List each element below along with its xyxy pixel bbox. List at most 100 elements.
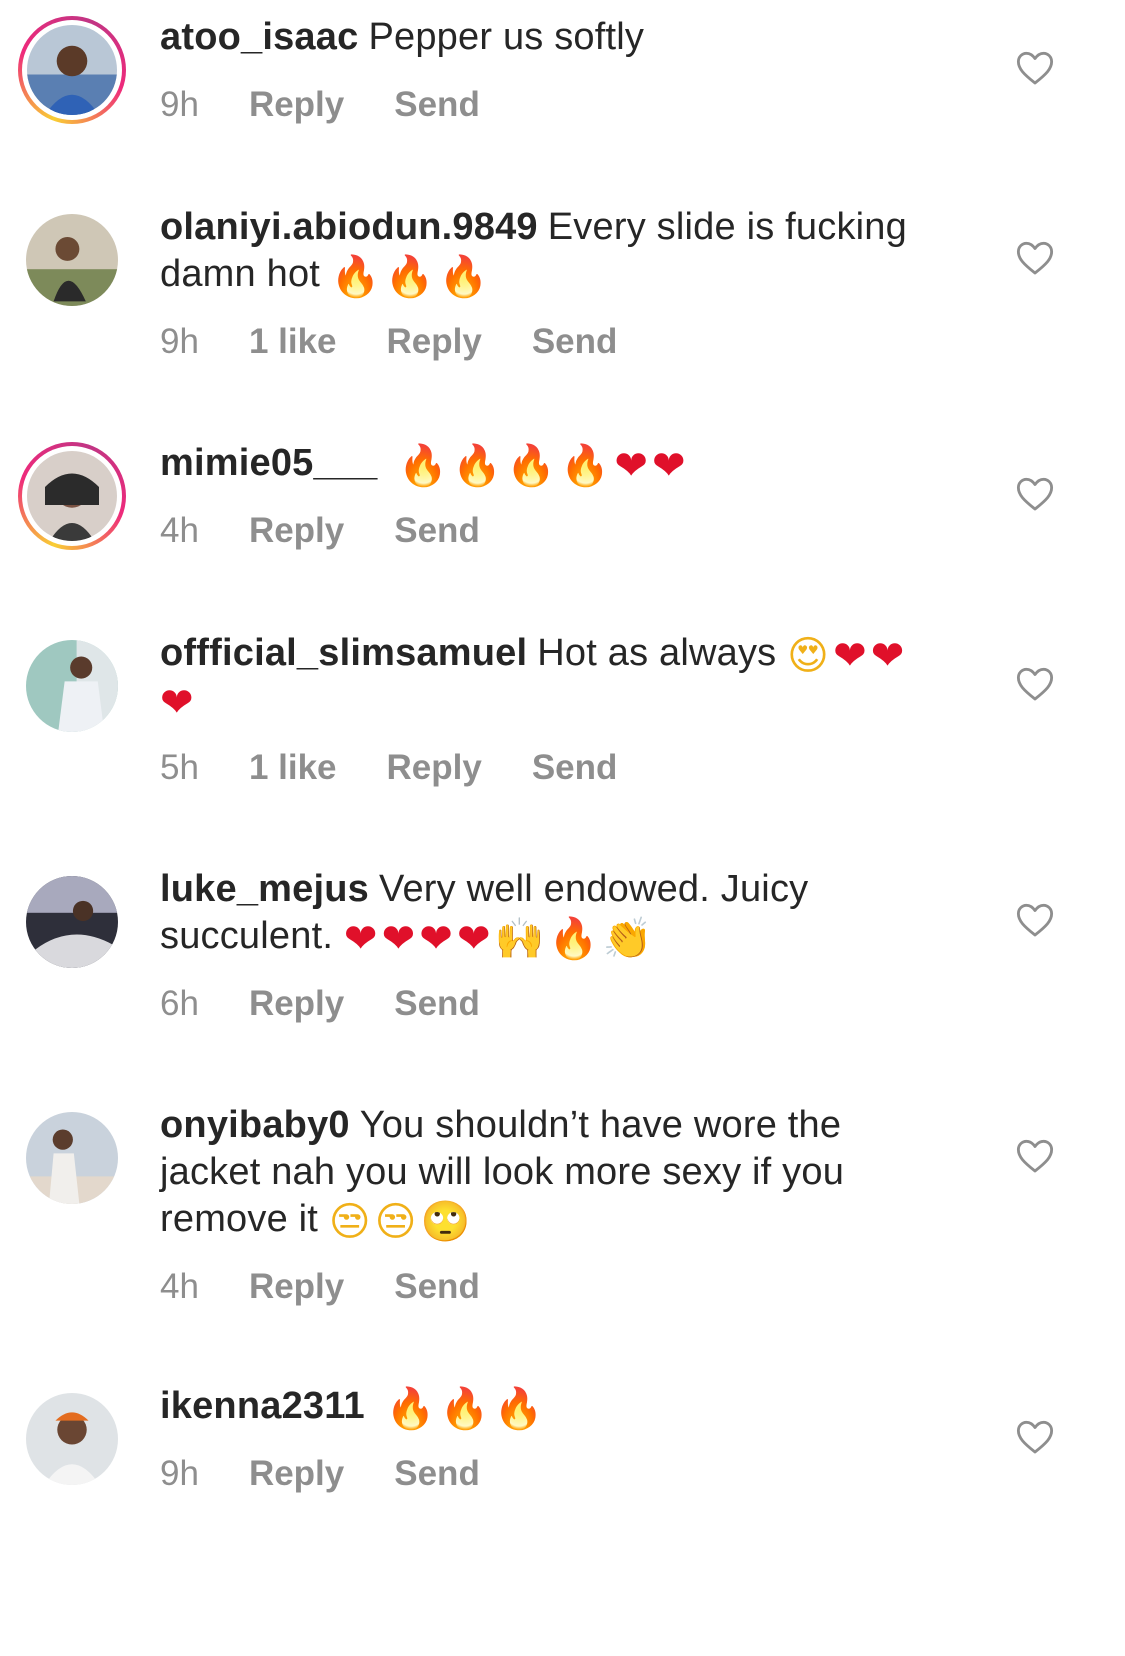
likes-count[interactable]: 1 like xyxy=(249,748,337,788)
avatar-wrap[interactable] xyxy=(18,632,126,740)
heart-outline-icon xyxy=(1016,903,1054,937)
avatar-wrap[interactable] xyxy=(18,206,126,314)
heart-emoji: ❤ xyxy=(160,680,194,726)
heart-emoji: ❤ xyxy=(614,443,649,489)
unamused-face-emoji: 😒 xyxy=(328,1199,371,1245)
comment-username[interactable]: onyibaby0 xyxy=(160,1104,350,1146)
avatar xyxy=(26,876,118,968)
comment-meta: 4h Reply Send xyxy=(160,511,940,551)
avatar-story-ring[interactable] xyxy=(18,442,126,550)
clapping-hands-emoji: 👏 xyxy=(602,916,653,962)
comment-body: Pepper us softly xyxy=(368,16,645,58)
heart-emoji: ❤ xyxy=(419,916,454,962)
eye-roll-emoji: 🙄 xyxy=(420,1199,471,1245)
heart-eyes-emoji: 😍 xyxy=(787,633,830,679)
like-button[interactable] xyxy=(1014,48,1056,88)
heart-outline-icon xyxy=(1016,241,1054,275)
fire-emoji: 🔥 xyxy=(384,254,435,300)
like-button[interactable] xyxy=(1014,664,1056,704)
fire-emoji: 🔥 xyxy=(548,916,599,962)
comment-time: 5h xyxy=(160,748,199,787)
avatar-wrap[interactable] xyxy=(18,1385,126,1493)
reply-button[interactable]: Reply xyxy=(249,984,344,1024)
comment-time: 9h xyxy=(160,322,199,361)
avatar-story-ring[interactable] xyxy=(18,16,126,124)
comment-time: 4h xyxy=(160,1267,199,1306)
raising-hands-emoji: 🙌 xyxy=(494,916,545,962)
fire-emoji: 🔥 xyxy=(560,443,611,489)
send-button[interactable]: Send xyxy=(394,511,480,551)
comment-text: ikenna2311 🔥 🔥 🔥 xyxy=(160,1383,940,1430)
comment-text: onyibaby0 You shouldn’t have wore the jac… xyxy=(160,1102,940,1243)
comment-text: olaniyi.abiodun.9849 Every slide is fucki… xyxy=(160,204,940,298)
like-button[interactable] xyxy=(1014,1417,1056,1457)
reply-button[interactable]: Reply xyxy=(387,748,482,788)
heart-emoji: ❤ xyxy=(870,633,905,679)
fire-emoji: 🔥 xyxy=(439,1386,490,1432)
avatar xyxy=(27,451,117,541)
comment-text: mimie05___ 🔥 🔥 🔥 🔥 ❤ ❤ xyxy=(160,440,940,487)
comment-text: atoo_isaac Pepper us softly xyxy=(160,14,940,61)
reply-button[interactable]: Reply xyxy=(249,1454,344,1494)
fire-emoji: 🔥 xyxy=(493,1386,544,1432)
likes-count[interactable]: 1 like xyxy=(249,322,337,362)
heart-emoji: ❤ xyxy=(457,916,491,962)
reply-button[interactable]: Reply xyxy=(249,511,344,551)
heart-outline-icon xyxy=(1016,51,1054,85)
like-button[interactable] xyxy=(1014,900,1056,940)
heart-outline-icon xyxy=(1016,1139,1054,1173)
comment-meta: 9h 1 like Reply Send xyxy=(160,322,940,362)
send-button[interactable]: Send xyxy=(532,322,618,362)
comment-username[interactable]: mimie05___ xyxy=(160,442,378,484)
comment-meta: 5h 1 like Reply Send xyxy=(160,748,940,788)
like-button[interactable] xyxy=(1014,238,1056,278)
comment-username[interactable]: atoo_isaac xyxy=(160,16,358,58)
avatar xyxy=(27,25,117,115)
send-button[interactable]: Send xyxy=(394,984,480,1024)
comment-username[interactable]: offficial_slimsamuel xyxy=(160,632,527,674)
comment-meta: 4h Reply Send xyxy=(160,1267,940,1307)
reply-button[interactable]: Reply xyxy=(249,85,344,125)
comment-meta: 9h Reply Send xyxy=(160,1454,940,1494)
like-button[interactable] xyxy=(1014,1136,1056,1176)
reply-button[interactable]: Reply xyxy=(387,322,482,362)
send-button[interactable]: Send xyxy=(394,1267,480,1307)
comment-meta: 6h Reply Send xyxy=(160,984,940,1024)
heart-emoji: ❤ xyxy=(833,633,867,679)
comment-username[interactable]: luke_mejus xyxy=(160,868,369,910)
comment-time: 6h xyxy=(160,984,199,1023)
fire-emoji: 🔥 xyxy=(385,1386,436,1432)
comment-time: 9h xyxy=(160,1454,199,1493)
comment-username[interactable]: olaniyi.abiodun.9849 xyxy=(160,206,538,248)
like-button[interactable] xyxy=(1014,474,1056,514)
comment-text: offficial_slimsamuel Hot as always 😍 ❤ ❤❤ xyxy=(160,630,940,724)
fire-emoji: 🔥 xyxy=(438,254,489,300)
send-button[interactable]: Send xyxy=(394,85,480,125)
fire-emoji: 🔥 xyxy=(330,254,381,300)
heart-outline-icon xyxy=(1016,667,1054,701)
comment-username[interactable]: ikenna2311 xyxy=(160,1385,365,1427)
unamused-face-emoji: 😒 xyxy=(374,1199,417,1245)
heart-outline-icon xyxy=(1016,477,1054,511)
heart-emoji: ❤ xyxy=(343,916,378,962)
comment-time: 4h xyxy=(160,511,199,550)
fire-emoji: 🔥 xyxy=(506,443,557,489)
heart-outline-icon xyxy=(1016,1420,1054,1454)
comment-body: Hot as always xyxy=(537,632,777,674)
send-button[interactable]: Send xyxy=(394,1454,480,1494)
fire-emoji: 🔥 xyxy=(452,443,503,489)
avatar xyxy=(26,214,118,306)
comment-text: luke_mejus Very well endowed. Juicy succu… xyxy=(160,866,940,960)
heart-emoji: ❤ xyxy=(652,443,686,489)
comment-meta: 9h Reply Send xyxy=(160,85,940,125)
heart-emoji: ❤ xyxy=(381,916,416,962)
reply-button[interactable]: Reply xyxy=(249,1267,344,1307)
comment-time: 9h xyxy=(160,85,199,124)
avatar xyxy=(26,1393,118,1485)
avatar-wrap[interactable] xyxy=(18,868,126,976)
send-button[interactable]: Send xyxy=(532,748,618,788)
avatar xyxy=(26,1112,118,1204)
avatar-wrap[interactable] xyxy=(18,1104,126,1212)
fire-emoji: 🔥 xyxy=(398,443,449,489)
avatar xyxy=(26,640,118,732)
